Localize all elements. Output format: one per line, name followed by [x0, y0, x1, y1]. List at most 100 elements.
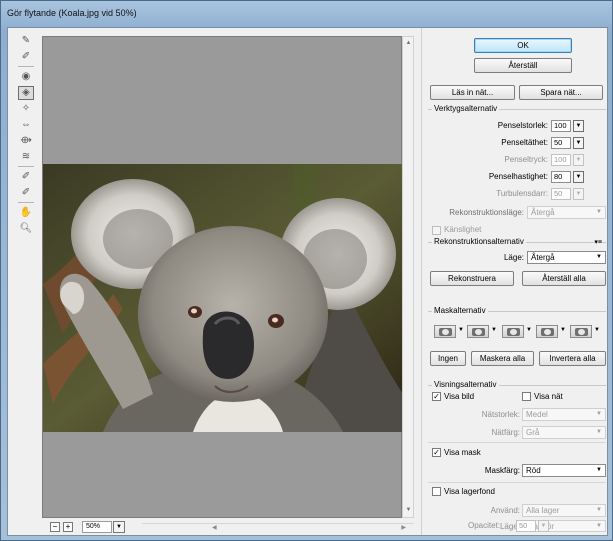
stylus-pressure-checkbox[interactable]	[432, 226, 441, 235]
chevron-down-icon: ▼	[596, 467, 602, 473]
tool-divider	[18, 66, 34, 67]
reconstruct-mode-select-2[interactable]: Återgå ▼	[527, 251, 606, 264]
brush-density-label: Penseltäthet:	[501, 138, 548, 147]
reconstruct-options-section: Rekonstruktionsalternativ ▾≡ Läge: Återg…	[428, 237, 606, 304]
turbulence-tool-icon[interactable]: ≋	[18, 150, 34, 164]
show-backdrop-checkbox[interactable]	[432, 487, 441, 496]
show-mesh-checkbox[interactable]	[522, 392, 531, 401]
scroll-down-icon[interactable]: ▼	[404, 506, 413, 515]
thaw-mask-tool-icon[interactable]: ✐	[18, 186, 34, 200]
forward-warp-glyph: ✎	[21, 35, 31, 46]
chevron-down-icon[interactable]: ▼	[560, 327, 566, 333]
mask-color-select[interactable]: Röd ▼	[522, 464, 606, 477]
hand-glyph: ✋	[19, 207, 33, 218]
panel-menu-icon[interactable]: ▾≡	[594, 238, 602, 246]
reconstruct-button[interactable]: Rekonstruera	[430, 271, 514, 286]
chevron-down-icon: ▼	[596, 429, 602, 435]
mask-subtract-icon[interactable]	[502, 325, 524, 338]
chevron-down-icon: ▼	[596, 411, 602, 417]
zoom-glyph: 🔍︎	[19, 223, 33, 234]
mask-invert-icon[interactable]	[570, 325, 592, 338]
zoom-out-button[interactable]: −	[50, 522, 60, 532]
view-options-title: Visningsalternativ	[432, 380, 499, 389]
brush-density-dropdown-icon[interactable]: ▼	[573, 137, 584, 149]
mirror-tool-icon[interactable]: ⟴	[18, 134, 34, 148]
view-options-divider	[428, 482, 606, 483]
zoom-tool-icon[interactable]: 🔍︎	[18, 222, 34, 236]
freeze-mask-glyph: ✐	[21, 171, 31, 182]
view-options-divider	[428, 442, 606, 443]
reconstruct-mode-label-2: Läge:	[503, 253, 524, 262]
chevron-down-icon: ▼	[596, 507, 602, 513]
zoom-level-field[interactable]: 50%	[82, 521, 112, 533]
twirl-tool-icon[interactable]: ◉	[18, 70, 34, 84]
tool-options-title: Verktygsalternativ	[432, 104, 500, 113]
zoom-in-button[interactable]: +	[63, 522, 73, 532]
opacity-input[interactable]: 50	[516, 520, 536, 532]
show-image-checkbox[interactable]: ✓	[432, 392, 441, 401]
show-mask-checkbox[interactable]: ✓	[432, 448, 441, 457]
mask-add-icon[interactable]	[467, 325, 489, 338]
mesh-size-value: Medel	[526, 410, 548, 419]
view-options-section: Visningsalternativ ✓ Visa bild Visa nät …	[428, 380, 606, 532]
mask-none-button[interactable]: Ingen	[430, 351, 466, 366]
mesh-color-select[interactable]: Grå ▼	[522, 426, 606, 439]
load-mesh-button[interactable]: Läs in nät...	[430, 85, 515, 100]
tool-divider	[18, 166, 34, 167]
zoom-dropdown-icon[interactable]: ▼	[113, 521, 125, 533]
brush-rate-input[interactable]: 80	[551, 171, 571, 183]
chevron-down-icon[interactable]: ▼	[491, 327, 497, 333]
zoom-bar: − + 50% ▼ ◀ ▶	[42, 521, 414, 535]
koala-illustration	[43, 164, 403, 432]
bloat-tool-icon[interactable]: ✧	[18, 102, 34, 116]
preview-canvas[interactable]	[42, 36, 403, 518]
brush-size-input[interactable]: 100	[551, 120, 571, 132]
brush-size-dropdown-icon[interactable]: ▼	[573, 120, 584, 132]
scroll-up-icon[interactable]: ▲	[404, 39, 413, 48]
turbulent-jitter-dropdown-icon[interactable]: ▼	[573, 188, 584, 200]
mask-mode-buttons: ▼ ▼ ▼ ▼ ▼	[434, 325, 604, 339]
chevron-down-icon[interactable]: ▼	[458, 327, 464, 333]
pucker-tool-icon[interactable]: ◈	[18, 86, 34, 100]
scroll-right-icon[interactable]: ▶	[401, 524, 406, 531]
freeze-mask-tool-icon[interactable]: ✐	[18, 170, 34, 184]
reset-button[interactable]: Återställ	[474, 58, 572, 73]
mask-replace-icon[interactable]	[434, 325, 456, 338]
mask-all-button[interactable]: Maskera alla	[471, 351, 534, 366]
brush-density-input[interactable]: 50	[551, 137, 571, 149]
reconstruct-mode-select[interactable]: Återgå ▼	[527, 206, 606, 219]
mesh-size-select[interactable]: Medel ▼	[522, 408, 606, 421]
chevron-down-icon[interactable]: ▼	[594, 327, 600, 333]
mask-intersect-icon[interactable]	[536, 325, 558, 338]
show-mask-label: Visa mask	[444, 448, 481, 457]
push-left-tool-icon[interactable]: ⇔	[18, 118, 34, 132]
use-value: Alla lager	[526, 506, 560, 515]
forward-warp-tool-icon[interactable]: ✎	[18, 34, 34, 48]
canvas-vertical-scrollbar[interactable]: ▲ ▼	[402, 36, 414, 518]
mask-options-section: Maskalternativ ▼ ▼ ▼ ▼ ▼ Ingen Maskera a…	[428, 306, 606, 375]
reconstruct-options-title: Rekonstruktionsalternativ	[432, 237, 526, 246]
brush-pressure-dropdown-icon[interactable]: ▼	[573, 154, 584, 166]
restore-all-button[interactable]: Återställ alla	[522, 271, 606, 286]
save-mesh-button[interactable]: Spara nät...	[519, 85, 603, 100]
turbulent-jitter-input[interactable]: 50	[551, 188, 571, 200]
ok-button[interactable]: OK	[474, 38, 572, 53]
chevron-down-icon[interactable]: ▼	[526, 327, 532, 333]
brush-pressure-input[interactable]: 100	[551, 154, 571, 166]
canvas-horizontal-scrollbar[interactable]: ◀ ▶	[142, 523, 414, 533]
bloat-glyph: ✧	[21, 103, 31, 114]
hand-tool-icon[interactable]: ✋	[18, 206, 34, 220]
use-select[interactable]: Alla lager ▼	[522, 504, 606, 517]
opacity-dropdown-icon[interactable]: ▼	[538, 520, 549, 532]
chevron-down-icon: ▼	[596, 523, 602, 529]
tool-divider	[18, 202, 34, 203]
reconstruct-tool-icon[interactable]: ✐	[18, 50, 34, 64]
scroll-left-icon[interactable]: ◀	[212, 524, 217, 531]
brush-rate-label: Penselhastighet:	[488, 172, 548, 181]
brush-rate-dropdown-icon[interactable]: ▼	[573, 171, 584, 183]
koala-image	[43, 164, 403, 432]
twirl-glyph: ◉	[21, 71, 31, 82]
chevron-down-icon: ▼	[596, 254, 602, 260]
invert-all-button[interactable]: Invertera alla	[539, 351, 606, 366]
show-image-label: Visa bild	[444, 392, 475, 401]
